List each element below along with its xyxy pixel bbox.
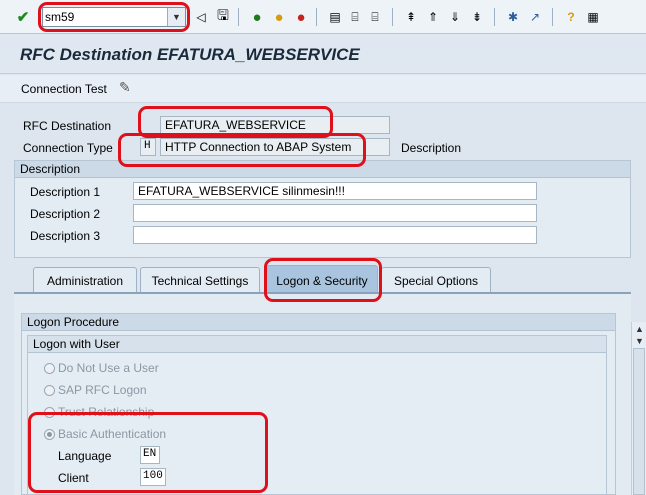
- description-1-field[interactable]: EFATURA_WEBSERVICE silinmesin!!!: [133, 182, 537, 200]
- scrollbar-thumb[interactable]: [633, 348, 645, 495]
- find-next-icon[interactable]: ⌸: [366, 8, 384, 26]
- scroll-up-icon[interactable]: ▲: [635, 324, 644, 334]
- collapse-toolbar-icon[interactable]: ◁: [192, 8, 210, 26]
- radio-trust-relationship[interactable]: Trust Relationship: [44, 405, 154, 419]
- radio-empty-icon: [44, 362, 55, 374]
- layout-menu-icon[interactable]: ▦: [584, 8, 602, 26]
- back-icon[interactable]: ●: [248, 8, 266, 26]
- cancel-icon[interactable]: ●: [292, 8, 310, 26]
- description-2-field[interactable]: [133, 204, 537, 222]
- page-title: RFC Destination EFATURA_WEBSERVICE: [20, 45, 360, 64]
- connection-test-button[interactable]: Connection Test: [21, 82, 107, 96]
- next-page-icon[interactable]: ⇓: [446, 8, 464, 26]
- description-group-title: Description: [15, 161, 630, 178]
- enter-check-icon[interactable]: ✔: [14, 8, 32, 26]
- description-side-label: Description: [401, 141, 462, 155]
- radio-do-not-use-user[interactable]: Do Not Use a User: [44, 361, 159, 375]
- client-field[interactable]: 100: [140, 468, 166, 486]
- title-bar: RFC Destination EFATURA_WEBSERVICE: [0, 34, 646, 74]
- description-3-label: Description 3: [30, 229, 101, 243]
- command-input[interactable]: [45, 10, 163, 24]
- description-1-label: Description 1: [30, 185, 101, 199]
- tab-administration[interactable]: Administration: [33, 267, 137, 293]
- save-icon[interactable]: 🖫: [214, 7, 232, 26]
- application-toolbar: Connection Test ✎: [0, 75, 646, 103]
- previous-page-icon[interactable]: ⇑: [424, 8, 442, 26]
- logon-procedure-title: Logon Procedure: [22, 314, 615, 331]
- language-field[interactable]: EN: [140, 446, 160, 464]
- radio-sap-rfc-logon[interactable]: SAP RFC Logon: [44, 383, 147, 397]
- exit-icon[interactable]: ●: [270, 8, 288, 26]
- radio-selected-icon: [44, 428, 55, 440]
- command-field[interactable]: ▼: [42, 7, 186, 27]
- system-toolbar: ✔ ▼ ◁ 🖫 ● ● ● ▤ ⌸ ⌸ ⇞ ⇑ ⇓ ⇟ ✱ ↗ ? ▦: [0, 0, 646, 34]
- help-icon[interactable]: ?: [562, 8, 580, 26]
- rfc-destination-label: RFC Destination: [23, 119, 112, 133]
- last-page-icon[interactable]: ⇟: [468, 8, 486, 26]
- client-label: Client: [58, 471, 89, 485]
- find-icon[interactable]: ⌸: [346, 8, 364, 26]
- connection-type-code-field[interactable]: H: [140, 138, 156, 156]
- radio-empty-icon: [44, 406, 55, 418]
- tab-logon-security[interactable]: Logon & Security: [266, 265, 378, 295]
- logon-with-user-title: Logon with User: [28, 336, 606, 353]
- print-icon[interactable]: ▤: [326, 8, 344, 26]
- scroll-down-icon[interactable]: ▼: [635, 336, 644, 346]
- description-3-field[interactable]: [133, 226, 537, 244]
- description-2-label: Description 2: [30, 207, 101, 221]
- vertical-scrollbar[interactable]: ▲ ▼: [631, 322, 646, 495]
- connection-type-label: Connection Type: [23, 141, 113, 155]
- new-session-icon[interactable]: ✱: [504, 8, 522, 26]
- shortcut-icon[interactable]: ↗: [526, 8, 544, 26]
- tab-technical-settings[interactable]: Technical Settings: [140, 267, 260, 293]
- radio-empty-icon: [44, 384, 55, 396]
- radio-basic-authentication[interactable]: Basic Authentication: [44, 427, 166, 441]
- pencil-icon[interactable]: ✎: [119, 79, 131, 96]
- rfc-destination-field[interactable]: EFATURA_WEBSERVICE: [160, 116, 390, 134]
- language-label: Language: [58, 449, 112, 463]
- connection-type-text-field: HTTP Connection to ABAP System: [160, 138, 390, 156]
- tab-special-options[interactable]: Special Options: [381, 267, 491, 293]
- command-history-dropdown-icon[interactable]: ▼: [167, 8, 185, 26]
- first-page-icon[interactable]: ⇞: [402, 8, 420, 26]
